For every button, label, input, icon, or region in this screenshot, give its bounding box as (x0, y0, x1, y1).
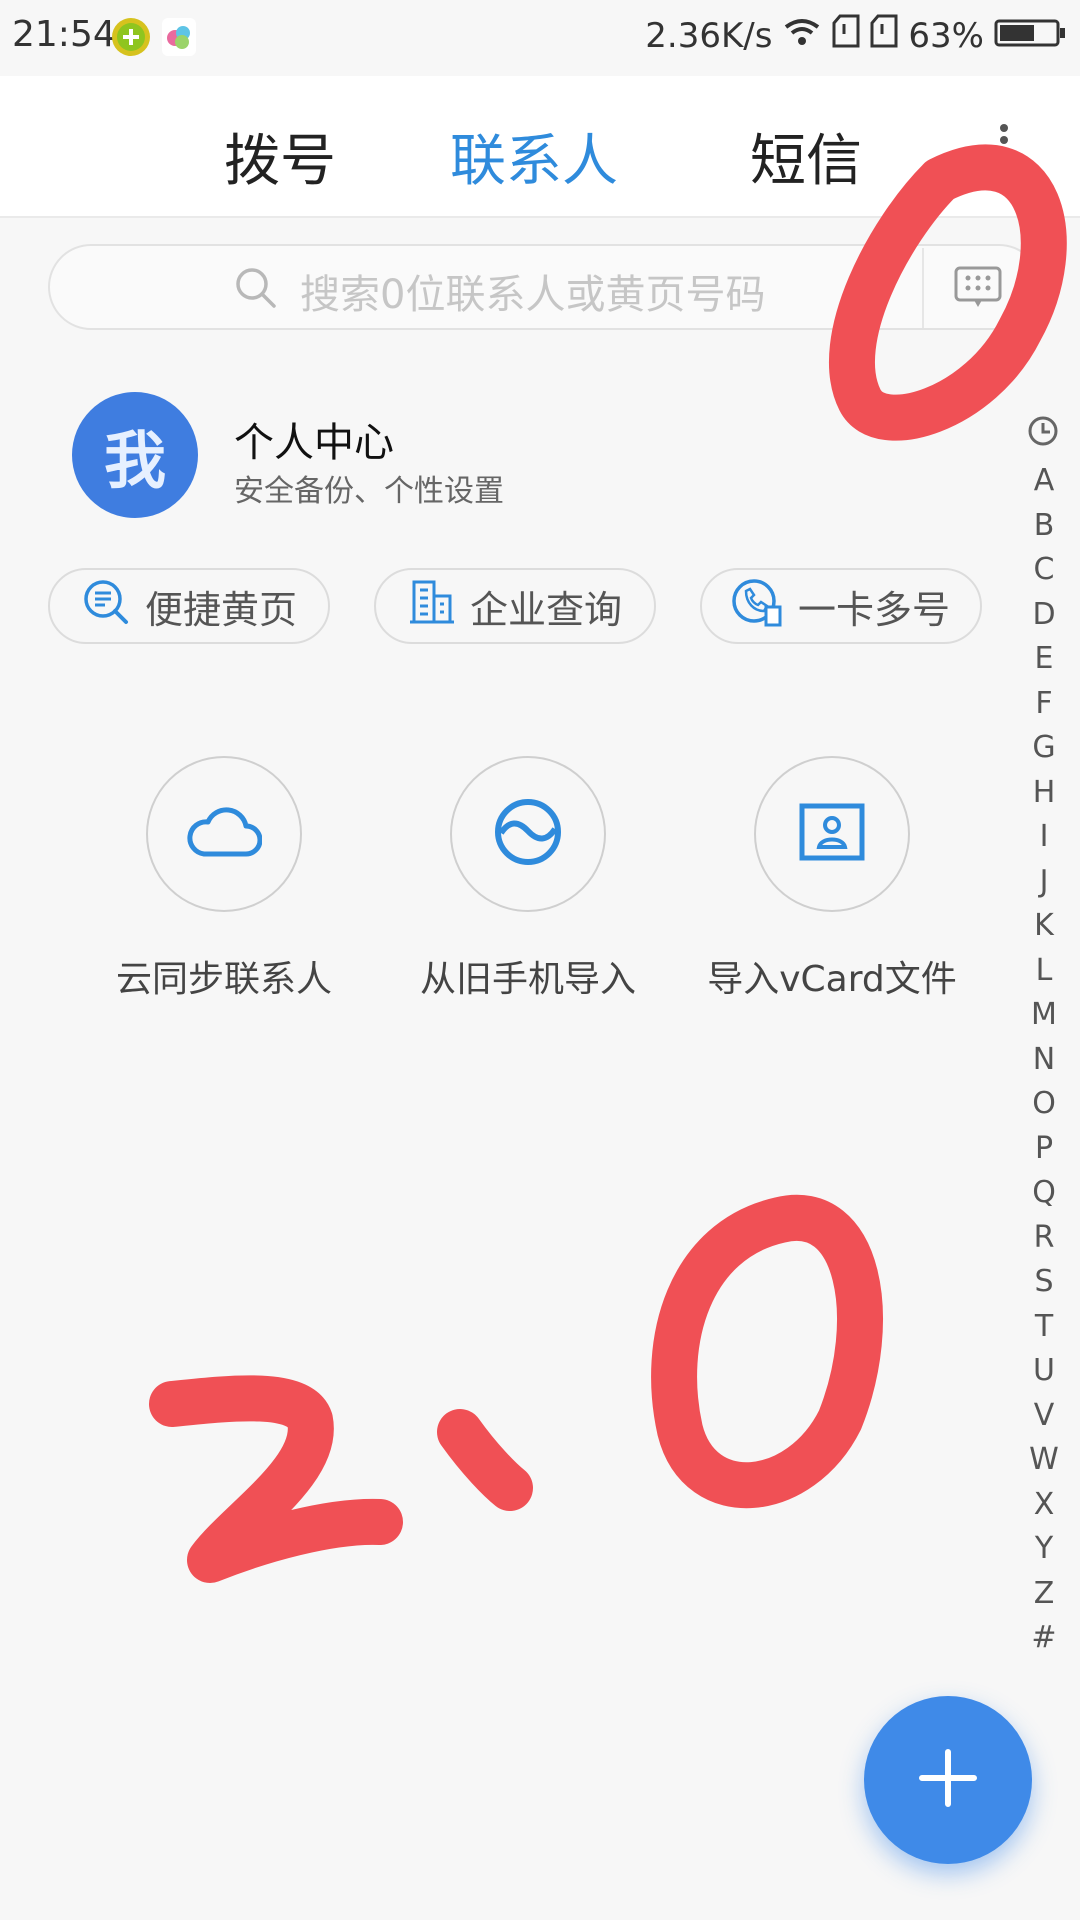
index-letter[interactable]: A (1022, 459, 1066, 504)
index-letter[interactable]: G (1022, 726, 1066, 771)
tab-contacts[interactable]: 联系人 (450, 116, 618, 197)
contact-card-icon (799, 803, 865, 865)
import-vcard-button[interactable] (754, 756, 910, 912)
status-time: 21:54 (12, 14, 116, 55)
cloud-sync-label: 云同步联系人 (115, 959, 332, 1000)
index-letter[interactable]: L (1022, 949, 1066, 994)
index-letter[interactable]: E (1022, 637, 1066, 682)
index-letter[interactable]: I (1022, 815, 1066, 860)
wifi-icon (782, 16, 822, 56)
pill-company-search[interactable]: 企业查询 (374, 568, 656, 644)
index-letter[interactable]: N (1022, 1038, 1066, 1083)
index-letter[interactable]: P (1022, 1127, 1066, 1172)
index-letter[interactable]: W (1022, 1438, 1066, 1483)
pill-label: 便捷黄页 (144, 587, 297, 632)
index-letter[interactable]: V (1022, 1394, 1066, 1439)
index-letter[interactable]: K (1022, 904, 1066, 949)
index-letter[interactable]: Z (1022, 1572, 1066, 1617)
cloud-sync-button[interactable] (146, 756, 302, 912)
import-old-phone-label: 从旧手机导入 (419, 959, 636, 1000)
cloud-icon (186, 804, 263, 864)
profile-subtitle: 安全备份、个性设置 (234, 474, 504, 509)
tab-dialer[interactable]: 拨号 (224, 116, 336, 197)
import-vcard-label: 导入vCard文件 (707, 959, 957, 1000)
annotation-zero-bottom (651, 1194, 883, 1509)
status-right: 2.36K/s 63% (645, 14, 1066, 57)
search-placeholder: 搜索0位联系人或黄页号码 (300, 272, 766, 318)
phone-sim-icon (732, 577, 784, 636)
pill-label: 一卡多号 (797, 587, 950, 632)
index-letter[interactable]: T (1022, 1305, 1066, 1350)
import-old-phone-button[interactable] (450, 756, 606, 912)
index-letter[interactable]: B (1022, 504, 1066, 549)
notification-app-icon (112, 18, 150, 56)
battery-level: 63% (908, 15, 984, 56)
index-letter[interactable]: U (1022, 1349, 1066, 1394)
alphabet-index[interactable]: A B C D E F G H I J K L M N O P Q R S T U V W X Y Z # (1022, 459, 1066, 1661)
index-letter[interactable]: O (1022, 1082, 1066, 1127)
pill-label: 企业查询 (469, 587, 622, 632)
building-icon (408, 578, 456, 635)
tab-messages[interactable]: 短信 (750, 116, 862, 197)
avatar[interactable]: 我 (72, 392, 198, 518)
index-letter[interactable]: # (1022, 1616, 1066, 1661)
more-menu-icon[interactable] (1000, 120, 1008, 160)
pill-multi-number[interactable]: 一卡多号 (700, 568, 982, 644)
search-list-icon (81, 577, 131, 636)
index-letter[interactable]: X (1022, 1483, 1066, 1528)
search-icon (234, 266, 278, 314)
pill-yellow-pages[interactable]: 便捷黄页 (48, 568, 330, 644)
annotation-digit-two (149, 1375, 403, 1583)
index-letter[interactable]: C (1022, 548, 1066, 593)
add-contact-button[interactable] (864, 1696, 1032, 1864)
sim-icon (832, 14, 860, 57)
battery-icon (994, 16, 1066, 56)
search-divider (922, 248, 924, 328)
status-bar: 21:54 2.36K/s 63% (0, 0, 1080, 76)
index-letter[interactable]: R (1022, 1216, 1066, 1261)
dialpad-icon[interactable] (954, 264, 1002, 316)
annotation-dot (437, 1409, 533, 1511)
index-letter[interactable]: H (1022, 771, 1066, 816)
plus-icon (918, 1748, 978, 1812)
index-letter[interactable]: J (1022, 860, 1066, 905)
recent-clock-icon[interactable] (1026, 414, 1060, 452)
sync-icon (493, 797, 563, 871)
index-letter[interactable]: F (1022, 682, 1066, 727)
index-letter[interactable]: D (1022, 593, 1066, 638)
network-speed: 2.36K/s (645, 15, 773, 56)
index-letter[interactable]: Y (1022, 1527, 1066, 1572)
profile-title[interactable]: 个人中心 (234, 410, 394, 468)
index-letter[interactable]: M (1022, 993, 1066, 1038)
index-letter[interactable]: Q (1022, 1171, 1066, 1216)
index-letter[interactable]: S (1022, 1260, 1066, 1305)
notification-app-icon-2 (162, 18, 196, 56)
sim-icon-2 (870, 14, 898, 57)
